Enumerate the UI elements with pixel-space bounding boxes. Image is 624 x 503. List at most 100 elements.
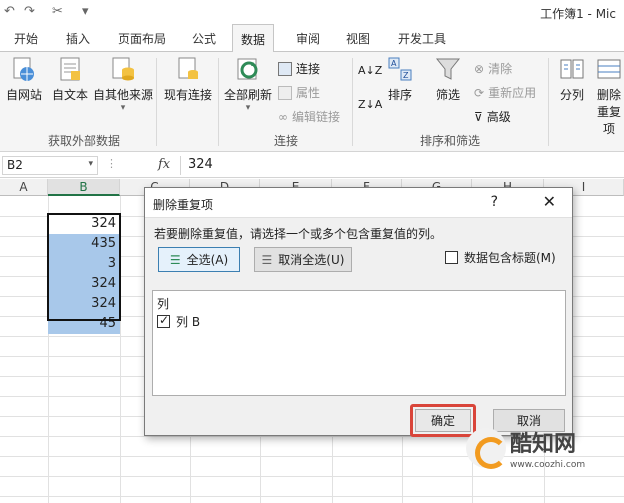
- tab-formulas[interactable]: 公式: [192, 30, 216, 47]
- sort-asc-icon: A↓Z: [358, 64, 383, 77]
- group-label-sort-filter: 排序和筛选: [420, 134, 481, 148]
- column-b-label: 列 B: [176, 315, 201, 329]
- tab-data[interactable]: 数据: [232, 24, 275, 53]
- properties-icon: [278, 85, 292, 100]
- remove-label-2: 重复项: [596, 105, 621, 136]
- sort-ascending-button[interactable]: A↓Z: [358, 64, 382, 77]
- ribbon-separator: [156, 58, 157, 146]
- tab-review[interactable]: 审阅: [296, 30, 320, 47]
- sort-icon: AZ: [388, 57, 412, 81]
- filter-funnel-icon: [435, 58, 461, 80]
- properties-label: 属性: [296, 86, 321, 100]
- split-label: 分列: [559, 88, 584, 102]
- name-box-value: B2: [7, 158, 23, 172]
- column-b-check[interactable]: [157, 313, 170, 328]
- database-icon: [112, 57, 134, 81]
- clear-filter-icon: ⊗: [474, 61, 485, 76]
- from-text-button[interactable]: 自文本: [50, 56, 90, 103]
- from-other-dropdown-icon: ▾: [120, 103, 126, 113]
- advanced-label: 高级: [486, 110, 511, 124]
- edit-links-button: ∞ 编辑链接: [278, 108, 340, 125]
- filter-button[interactable]: 筛选: [430, 56, 466, 103]
- connections-icon: [278, 61, 292, 76]
- select-all-button[interactable]: ☰ 全选(A): [158, 247, 240, 272]
- remove-label: 删除: [596, 88, 621, 102]
- refresh-dropdown-icon: ▾: [245, 103, 251, 113]
- remove-duplicates-icon: [597, 59, 621, 79]
- columns-list: 列 列 B: [152, 290, 566, 396]
- redo-icon[interactable]: ↷: [24, 4, 35, 19]
- tools-icon[interactable]: ✂: [52, 4, 63, 19]
- advanced-filter-button[interactable]: ⊽ 高级: [474, 108, 511, 125]
- existing-connections-label: 现有连接: [163, 88, 212, 102]
- remove-duplicates-button[interactable]: 删除 重复项: [594, 56, 624, 137]
- help-icon[interactable]: ?: [491, 194, 498, 210]
- advanced-filter-icon: ⊽: [474, 109, 483, 124]
- text-file-icon: [60, 57, 80, 81]
- reapply-button: ⟳ 重新应用: [474, 84, 536, 101]
- name-box-dropdown-icon[interactable]: ▾: [88, 159, 93, 169]
- properties-button: 属性: [278, 84, 320, 101]
- quick-access-toolbar: ↶ ↷ ✂ ▾ 工作簿1 - Mic: [0, 0, 624, 24]
- reapply-label: 重新应用: [488, 86, 537, 100]
- sort-button[interactable]: AZ 排序: [384, 56, 416, 103]
- has-header-checkbox[interactable]: 数据包含标题(M): [445, 249, 556, 266]
- connections-button[interactable]: 连接: [278, 60, 320, 77]
- column-header-a[interactable]: A: [0, 179, 48, 196]
- columns-list-header: 列: [157, 297, 170, 311]
- group-label-get-external: 获取外部数据: [48, 134, 121, 148]
- dialog-titlebar: 删除重复项 ? ✕: [145, 188, 572, 218]
- ribbon-data: 自网站 自文本 自其他来源 ▾ 现有连接 获取外部数据 全部刷新 ▾ 连接 属性…: [0, 52, 624, 152]
- select-all-label: 全选(A): [186, 253, 229, 267]
- text-to-columns-button[interactable]: 分列: [554, 56, 590, 103]
- tab-page-layout[interactable]: 页面布局: [118, 30, 166, 47]
- watermark-url: www.coozhi.com: [510, 460, 586, 470]
- existing-connections-icon: [178, 57, 198, 79]
- dialog-message: 若要删除重复值，请选择一个或多个包含重复值的列。: [154, 227, 443, 241]
- unselect-all-button[interactable]: ☰ 取消全选(U): [254, 247, 352, 272]
- ribbon-separator: [548, 58, 549, 146]
- filter-label: 筛选: [435, 88, 460, 102]
- window-title: 工作簿1 - Mic: [540, 7, 616, 21]
- formula-bar-grip-icon: ⋮: [106, 157, 117, 170]
- has-header-label: 数据包含标题(M): [464, 251, 556, 265]
- edit-links-label: 编辑链接: [292, 110, 341, 124]
- column-header-b[interactable]: B: [48, 179, 120, 196]
- refresh-icon: [237, 58, 258, 80]
- close-icon[interactable]: ✕: [543, 192, 556, 211]
- from-other-sources-button[interactable]: 自其他来源 ▾: [92, 56, 154, 113]
- select-all-icon: ☰: [169, 252, 181, 267]
- from-web-label: 自网站: [5, 88, 42, 102]
- dialog-title: 删除重复项: [153, 198, 214, 212]
- split-columns-icon: [560, 59, 584, 79]
- tab-insert[interactable]: 插入: [66, 30, 90, 47]
- existing-connections-button[interactable]: 现有连接: [162, 56, 214, 103]
- tab-developer[interactable]: 开发工具: [398, 30, 446, 47]
- ribbon-separator: [218, 58, 219, 146]
- insert-function-icon[interactable]: fx: [158, 157, 170, 172]
- watermark-name: 酷知网: [510, 432, 577, 457]
- sort-desc-icon: Z↓A: [358, 98, 383, 111]
- clear-label: 清除: [488, 62, 513, 76]
- coozhi-logo-icon: [466, 428, 507, 469]
- undo-icon[interactable]: ↶: [4, 4, 15, 19]
- column-b-checkbox[interactable]: 列 B: [157, 313, 200, 330]
- ribbon-tabs: 开始 插入 页面布局 公式 数据 审阅 视图 开发工具: [0, 24, 624, 53]
- formula-separator: [180, 156, 181, 175]
- refresh-all-button[interactable]: 全部刷新 ▾: [222, 56, 274, 113]
- unselect-all-icon: ☰: [261, 252, 273, 267]
- unselect-all-label: 取消全选(U): [278, 253, 345, 267]
- svg-text:Z: Z: [403, 71, 409, 80]
- watermark: 酷知网 www.coozhi.com: [466, 420, 616, 496]
- web-icon: [13, 57, 34, 81]
- formula-input[interactable]: 324: [188, 157, 213, 172]
- sort-descending-button[interactable]: Z↓A: [358, 98, 382, 111]
- tab-home[interactable]: 开始: [14, 30, 38, 47]
- ribbon-separator: [352, 58, 353, 146]
- name-box[interactable]: B2 ▾: [2, 156, 98, 175]
- has-header-box[interactable]: [445, 251, 458, 264]
- connections-label: 连接: [296, 62, 321, 76]
- from-web-button[interactable]: 自网站: [2, 56, 46, 103]
- tab-view[interactable]: 视图: [346, 30, 370, 47]
- customize-qat-icon[interactable]: ▾: [82, 4, 89, 19]
